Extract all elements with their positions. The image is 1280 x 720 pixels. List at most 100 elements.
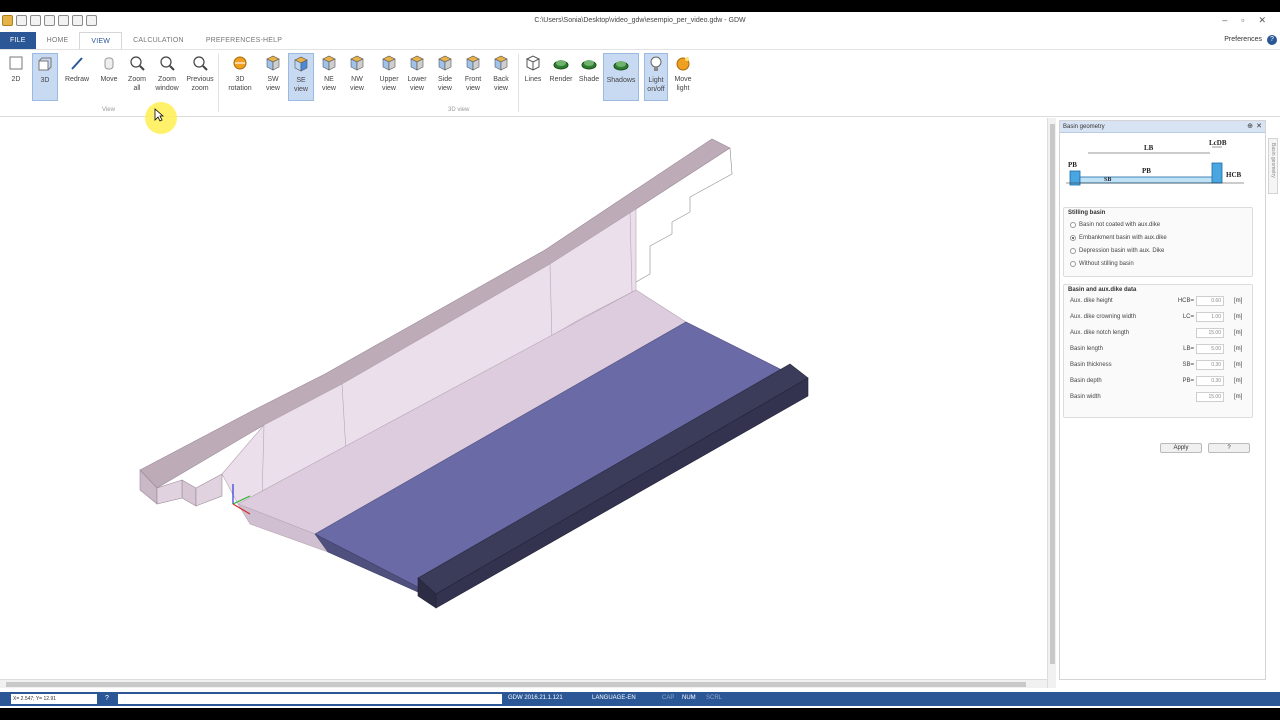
tab-home[interactable]: HOME [36, 32, 80, 49]
tab-preferences-help[interactable]: PREFERENCES-HELP [195, 32, 293, 49]
previous-zoom-icon [191, 54, 209, 72]
scroll-lock-indicator: SCRL [706, 695, 723, 701]
basin-thickness-input[interactable]: 0.30 [1196, 360, 1224, 370]
ribbon-button-2[interactable]: Redraw [62, 53, 92, 101]
ribbon-button-3[interactable]: Move [96, 53, 122, 101]
help-button[interactable]: ? [1267, 35, 1277, 45]
close-icon[interactable]: ✕ [1258, 15, 1266, 26]
square-icon [7, 54, 25, 72]
maximize-icon[interactable]: ▫ [1241, 15, 1244, 26]
cube-outline-icon [36, 55, 54, 73]
tab-file[interactable]: FILE [0, 32, 36, 49]
preferences-link[interactable]: Preferences [1224, 36, 1262, 43]
ribbon-button-label: Light on/off [647, 77, 665, 93]
panel-title: Basin geometry [1063, 124, 1105, 130]
ribbon-button-16[interactable]: Back view [488, 53, 514, 101]
shadows-icon [612, 55, 630, 73]
basin-geometry-panel: Basin geometry ⊕ ✕ LcDB LB PB HCB SB PB … [1059, 120, 1266, 680]
side-view-icon [436, 54, 454, 72]
ribbon-button-label: Lines [524, 76, 542, 83]
panel-help-button[interactable]: ? [1208, 443, 1250, 453]
basin-dike-data-group: Basin and aux.dike data Aux. dike height… [1063, 284, 1253, 418]
ribbon-button-label: Front view [464, 76, 482, 92]
light-bulb-icon [647, 55, 665, 73]
ribbon-button-18[interactable]: Render [548, 53, 574, 101]
ribbon-button-20[interactable]: Shadows [603, 53, 639, 101]
ribbon-button-6[interactable]: Previous zoom [184, 53, 216, 101]
ribbon-button-label: Redraw [64, 76, 90, 83]
ribbon-button-11[interactable]: NW view [344, 53, 370, 101]
aux-dike-notch-length-input[interactable]: 15.00 [1196, 328, 1224, 338]
ribbon-button-label: NW view [349, 76, 364, 92]
ribbon-button-label: 3D rotation [228, 76, 252, 92]
command-line-input[interactable] [118, 694, 502, 704]
basin-depth-input[interactable]: 0.30 [1196, 376, 1224, 386]
tab-view[interactable]: VIEW [79, 32, 123, 49]
ribbon-button-8[interactable]: SW view [260, 53, 286, 101]
ribbon-button-12[interactable]: Upper view [376, 53, 402, 101]
status-bar: X= 2.547; Y= 12.91 ? GDW 2016.21.1.121 L… [0, 692, 1280, 706]
lower-view-icon [408, 54, 426, 72]
version-label: GDW 2016.21.1.121 [508, 695, 563, 701]
basin-width-input[interactable]: 15.00 [1196, 392, 1224, 402]
mouse-cursor-icon [154, 108, 164, 122]
ribbon-button-label: Upper view [379, 76, 399, 92]
aux-dike-crowning-width-input[interactable]: 1.00 [1196, 312, 1224, 322]
ribbon-tabs: FILE HOME VIEW CALCULATION PREFERENCES-H… [0, 32, 1280, 49]
ribbon-button-14[interactable]: Side view [432, 53, 458, 101]
status-help-icon[interactable]: ? [102, 694, 112, 704]
window-controls: – ▫ ✕ [1222, 15, 1266, 26]
horizontal-scrollbar[interactable] [0, 679, 1047, 688]
app-window: C:\Users\Sonia\Desktop\video_gdw\esempio… [0, 12, 1280, 708]
ribbon-button-0[interactable]: 2D [4, 53, 28, 101]
ribbon-button-label: Zoom all [128, 76, 146, 92]
ribbon-button-label: Zoom window [155, 76, 179, 92]
ribbon-button-9[interactable]: SE view [288, 53, 314, 101]
basin-length-input[interactable]: 5.00 [1196, 344, 1224, 354]
ribbon-button-21[interactable]: Light on/off [644, 53, 668, 101]
front-view-icon [464, 54, 482, 72]
apply-button[interactable]: Apply [1160, 443, 1202, 453]
group-separator [518, 54, 519, 112]
minimize-icon[interactable]: – [1222, 15, 1227, 26]
label-lb: LB [1144, 144, 1154, 152]
ribbon-button-1[interactable]: 3D [32, 53, 58, 101]
num-lock-indicator: NUM [682, 695, 696, 701]
ribbon-button-label: Render [549, 76, 573, 83]
radio-embankment-basin[interactable]: Embankment basin with aux.dike [1064, 231, 1252, 244]
ribbon-button-label: Back view [493, 76, 509, 92]
field-row: Aux. dike crowning width LC= 1.00 [m] [1070, 312, 1243, 322]
pencil-icon [68, 54, 86, 72]
side-tab-basin-geometry[interactable]: Basin geometry [1268, 138, 1278, 194]
zoom-all-icon [128, 54, 146, 72]
field-row: Basin length LB= 5.00 [m] [1070, 344, 1243, 354]
tab-calculation[interactable]: CALCULATION [122, 32, 195, 49]
ribbon-button-label: 3D [40, 77, 50, 84]
field-row: Aux. dike height HCB= 0.60 [m] [1070, 296, 1243, 306]
group-label-3d-view: 3D view [448, 107, 470, 113]
ribbon-button-label: Move light [674, 76, 692, 92]
radio-basin-not-coated[interactable]: Basin not coated with aux.dike [1064, 218, 1252, 231]
field-row: Basin thickness SB= 0.30 [m] [1070, 360, 1243, 370]
ribbon-button-22[interactable]: Move light [671, 53, 695, 101]
radio-without-stilling-basin[interactable]: Without stilling basin [1064, 257, 1252, 270]
close-icon[interactable]: ✕ [1256, 121, 1262, 133]
pin-icon[interactable]: ⊕ [1247, 121, 1253, 133]
panel-title-bar: Basin geometry ⊕ ✕ [1060, 121, 1265, 133]
window-title: C:\Users\Sonia\Desktop\video_gdw\esempio… [534, 17, 746, 24]
ribbon-button-4[interactable]: Zoom all [124, 53, 150, 101]
ribbon-button-7[interactable]: 3D rotation [224, 53, 256, 101]
move-light-icon [674, 54, 692, 72]
ribbon-button-13[interactable]: Lower view [404, 53, 430, 101]
upper-view-icon [380, 54, 398, 72]
ribbon-button-17[interactable]: Lines [521, 53, 545, 101]
ribbon-button-15[interactable]: Front view [460, 53, 486, 101]
aux-dike-height-input[interactable]: 0.60 [1196, 296, 1224, 306]
ribbon-button-19[interactable]: Shade [576, 53, 602, 101]
vertical-scrollbar[interactable] [1047, 118, 1056, 688]
radio-depression-basin[interactable]: Depression basin with aux. Dike [1064, 244, 1252, 257]
3d-viewport[interactable] [0, 118, 1047, 678]
language-indicator[interactable]: LANGUAGE-EN [592, 695, 636, 701]
ribbon-button-5[interactable]: Zoom window [152, 53, 182, 101]
ribbon-button-10[interactable]: NE view [316, 53, 342, 101]
